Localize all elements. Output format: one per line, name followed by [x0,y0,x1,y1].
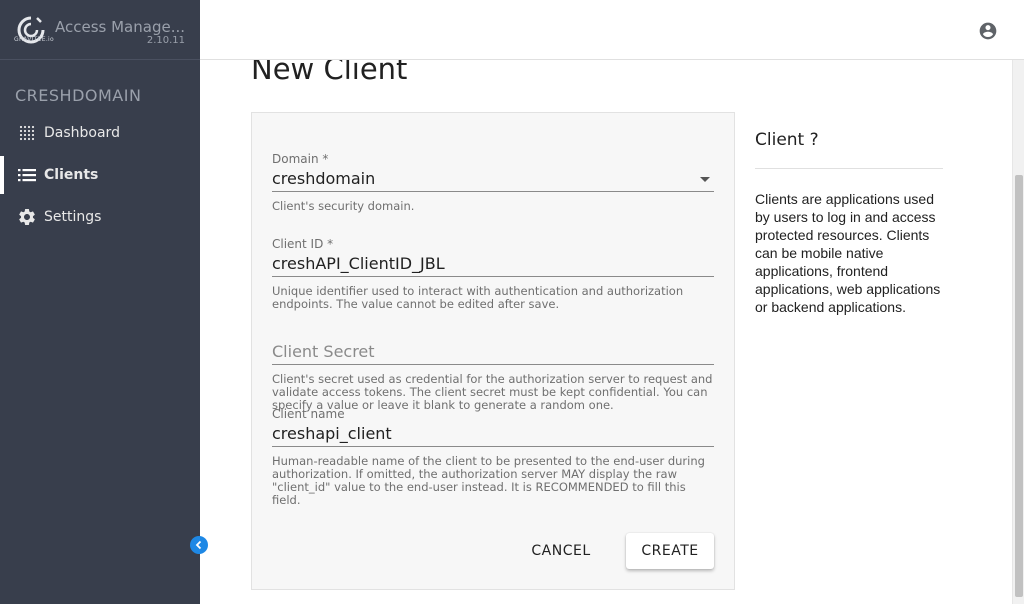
sidebar: GRAVITEE.io Access Manage... 2.10.11 CRE… [0,0,200,604]
brand-header: GRAVITEE.io Access Manage... 2.10.11 [0,0,200,60]
app-version: 2.10.11 [146,35,185,46]
help-text: Clients are applications used by users t… [755,191,941,315]
cancel-button[interactable]: CANCEL [516,533,606,569]
logo-text: GRAVITEE.io [14,36,54,43]
list-icon [17,165,37,185]
sidebar-item-settings[interactable]: Settings [0,198,200,236]
sidebar-item-label: Dashboard [44,125,120,141]
client-name-field[interactable]: Client name creshapi_client Human-readab… [272,407,714,507]
domain-field[interactable]: Domain * creshdomain Client's security d… [272,152,714,213]
create-button[interactable]: CREATE [626,533,714,569]
client-name-label: Client name [272,407,345,421]
dropdown-arrow-icon[interactable] [700,177,710,182]
account-circle-icon[interactable] [978,21,998,41]
help-title: Client ? [755,130,943,169]
scrollbar[interactable] [1012,60,1024,604]
sidebar-item-clients[interactable]: Clients [0,156,200,194]
new-client-form: Domain * creshdomain Client's security d… [251,112,735,590]
top-header [200,0,1024,60]
client-name-input[interactable]: creshapi_client [272,421,714,447]
client-name-hint: Human-readable name of the client to be … [272,454,705,507]
client-id-hint: Unique identifier used to interact with … [272,284,684,311]
scrollbar-thumb[interactable] [1015,175,1023,597]
client-id-field[interactable]: Client ID * creshAPI_ClientID_JBL Unique… [272,237,714,311]
domain-hint: Client's security domain. [272,199,415,213]
gear-icon [17,207,37,227]
sidebar-item-dashboard[interactable]: Dashboard [0,114,200,152]
sidebar-item-label: Clients [44,167,99,183]
dashboard-grid-icon [17,123,37,143]
sidebar-collapse-button[interactable] [190,536,208,554]
sidebar-item-label: Settings [44,209,102,225]
client-id-label: Client ID * [272,237,334,251]
domain-value: creshdomain [272,169,376,188]
main-content: New Client Domain * creshdomain Client's… [200,60,1012,604]
domain-title: CRESHDOMAIN [15,86,142,105]
domain-select[interactable]: creshdomain [272,166,714,192]
domain-label: Domain * [272,152,329,166]
app-title[interactable]: Access Manage... [55,18,185,36]
page-title: New Client [251,60,408,86]
client-secret-input[interactable]: Client Secret [272,339,714,365]
help-panel: Client ? Clients are applications used b… [755,130,943,316]
chevron-left-icon [195,540,202,550]
client-id-input[interactable]: creshAPI_ClientID_JBL [272,251,714,277]
client-secret-field[interactable]: Client Secret Client's secret used as cr… [272,339,714,412]
